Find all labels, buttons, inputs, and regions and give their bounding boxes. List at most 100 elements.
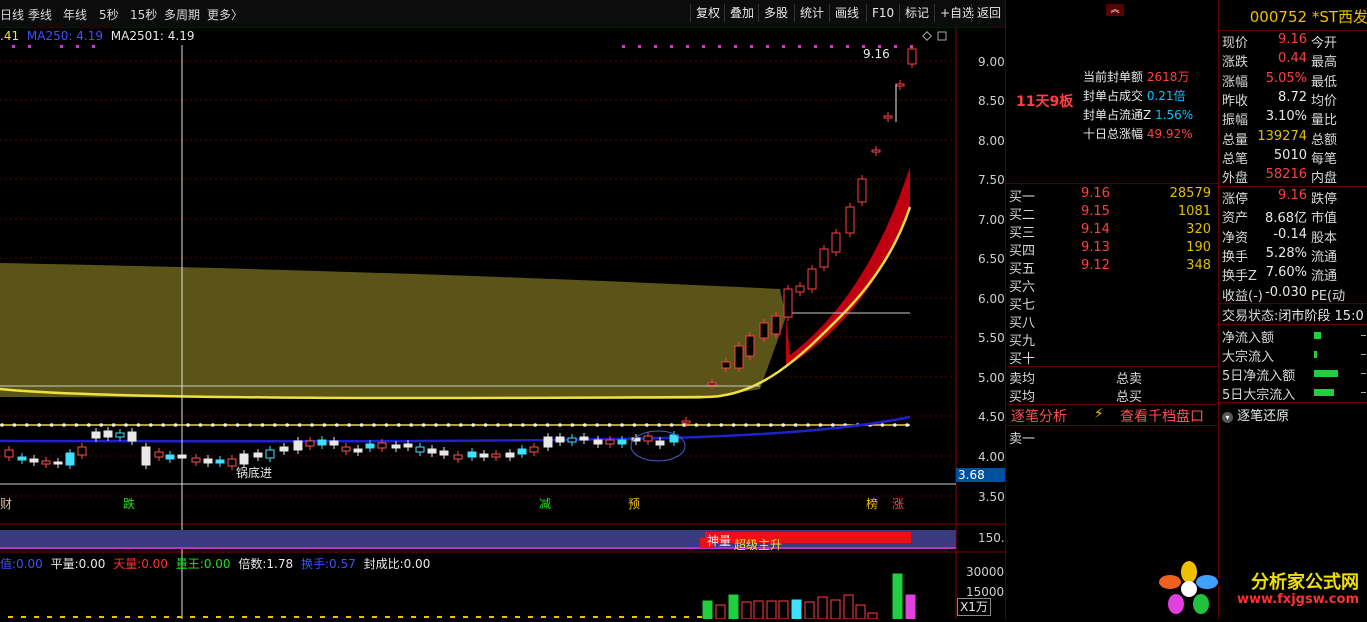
multiple-label: 倍数:	[238, 557, 267, 571]
candle-body	[403, 443, 413, 448]
marker-list[interactable]: 榜	[866, 495, 878, 512]
volume-unit-button[interactable]: X1万	[957, 598, 991, 616]
volume-bar	[73, 616, 78, 618]
candle-body	[177, 454, 187, 459]
price-tick: 7.50	[978, 173, 1005, 187]
divider	[1006, 404, 1219, 405]
adjust-button[interactable]: 复权	[690, 4, 725, 22]
level-dot	[310, 423, 314, 427]
level-dot	[434, 423, 438, 427]
marker-finance[interactable]: 财	[0, 495, 12, 512]
marker-reduce[interactable]: 减	[539, 495, 551, 512]
level-dot	[682, 423, 686, 427]
bid-label: 买三	[1009, 226, 1036, 241]
level-dot	[583, 423, 587, 427]
level-dot	[570, 423, 575, 427]
divider	[1219, 186, 1367, 187]
price-chart-area[interactable]: .41 MA250: 4.19 MA2501: 4.19 9.00 8.50 8…	[0, 27, 1012, 620]
pulse-label: 神量	[707, 534, 732, 548]
period-day[interactable]: 日线	[0, 6, 24, 23]
kline-chart[interactable]	[0, 27, 1005, 620]
volume-bar	[177, 616, 182, 618]
period-5sec[interactable]: 5秒	[99, 6, 119, 23]
volume-bar	[437, 616, 442, 618]
avg-sell-label: 卖均	[1009, 372, 1036, 387]
marker-forecast[interactable]: 预	[628, 495, 640, 512]
five-day-net-inflow-label: 5日净流入额	[1222, 369, 1296, 384]
seal-amount-value: 2618万	[1146, 70, 1190, 84]
candle-body	[593, 439, 603, 445]
level-dot	[707, 423, 711, 427]
bid-vol: 190	[1186, 240, 1211, 255]
mark-button[interactable]: 标记	[899, 4, 934, 22]
signal-dot	[670, 45, 673, 48]
candle-body	[115, 432, 125, 438]
level-dot	[223, 423, 227, 427]
period-quarter[interactable]: 季线	[28, 6, 52, 23]
vol-value-label: 值:	[0, 557, 17, 571]
quote-right-label: PE(动	[1311, 288, 1346, 304]
volume-bar	[138, 616, 143, 618]
chart-toolbar: 日线 季线 年线 5秒 15秒 多周期 更多〉 复权 叠加 多股 统计 画线 F…	[0, 0, 1005, 28]
tick-analysis-tab[interactable]: 逐笔分析	[1011, 406, 1067, 426]
total-sell-label: 总卖	[1116, 372, 1143, 387]
volume-bar	[203, 616, 208, 618]
volume-bar	[34, 616, 39, 618]
back-button[interactable]: 返回	[971, 4, 1006, 22]
candle-body	[759, 322, 769, 339]
divider	[1219, 30, 1367, 31]
bid-label: 买九	[1009, 334, 1036, 349]
level-dot	[161, 423, 165, 427]
divider	[1006, 425, 1219, 426]
view-level-button[interactable]: 查看千档盘口	[1120, 406, 1204, 426]
candle-body	[317, 439, 327, 446]
seal-ratio-label: 封成比:	[363, 557, 404, 571]
volume-bar	[281, 616, 286, 618]
overlay-button[interactable]: 叠加	[724, 4, 759, 22]
marker-rise[interactable]: 涨	[892, 495, 904, 512]
volume-bar	[905, 594, 916, 620]
f10-button[interactable]: F10	[866, 4, 899, 22]
quote-value: 58216	[1265, 167, 1307, 183]
quote-value: 5.05%	[1265, 70, 1307, 86]
marker-drop[interactable]: 跌	[123, 495, 135, 512]
volume-bar	[515, 616, 520, 618]
bid-price: 9.15	[1081, 204, 1110, 219]
volume-bar	[99, 616, 104, 618]
period-15sec[interactable]: 15秒	[130, 6, 157, 23]
bid-label: 买八	[1009, 316, 1036, 331]
quote-right-label: 今开	[1311, 36, 1338, 51]
candle-body	[479, 453, 489, 458]
volume-bar	[151, 616, 156, 618]
flow-bar	[1314, 389, 1334, 396]
volume-bar	[580, 616, 585, 618]
candle-body	[543, 436, 553, 448]
bid-vol: 320	[1186, 222, 1211, 237]
bid-label: 买六	[1009, 280, 1036, 295]
candle-body	[831, 232, 841, 253]
period-year[interactable]: 年线	[63, 6, 87, 23]
level-dot	[769, 423, 773, 427]
candle-body	[77, 446, 87, 456]
signal-dot	[734, 45, 737, 48]
collapse-icon[interactable]: ︽	[1106, 4, 1124, 16]
candle-body	[529, 446, 539, 453]
period-more[interactable]: 更多〉	[207, 6, 243, 23]
level-dot	[893, 423, 897, 427]
level-dot	[372, 423, 376, 427]
level-dot	[186, 423, 190, 427]
level-dot	[198, 423, 203, 427]
volume-bar	[606, 616, 611, 618]
draw-line-button[interactable]: 画线	[829, 4, 864, 22]
volume-bar	[112, 616, 117, 618]
tick-restore-toggle[interactable]: ▾ 逐笔还原	[1222, 405, 1289, 424]
period-multi[interactable]: 多周期	[164, 6, 200, 23]
volume-bar	[741, 601, 752, 620]
level-dot	[620, 423, 624, 427]
volume-bar	[645, 616, 650, 618]
statistics-button[interactable]: 统计	[794, 4, 829, 22]
price-tick: 7.00	[978, 213, 1005, 227]
candle-body	[415, 446, 425, 453]
level-dot	[62, 423, 66, 427]
multi-stock-button[interactable]: 多股	[758, 4, 793, 22]
